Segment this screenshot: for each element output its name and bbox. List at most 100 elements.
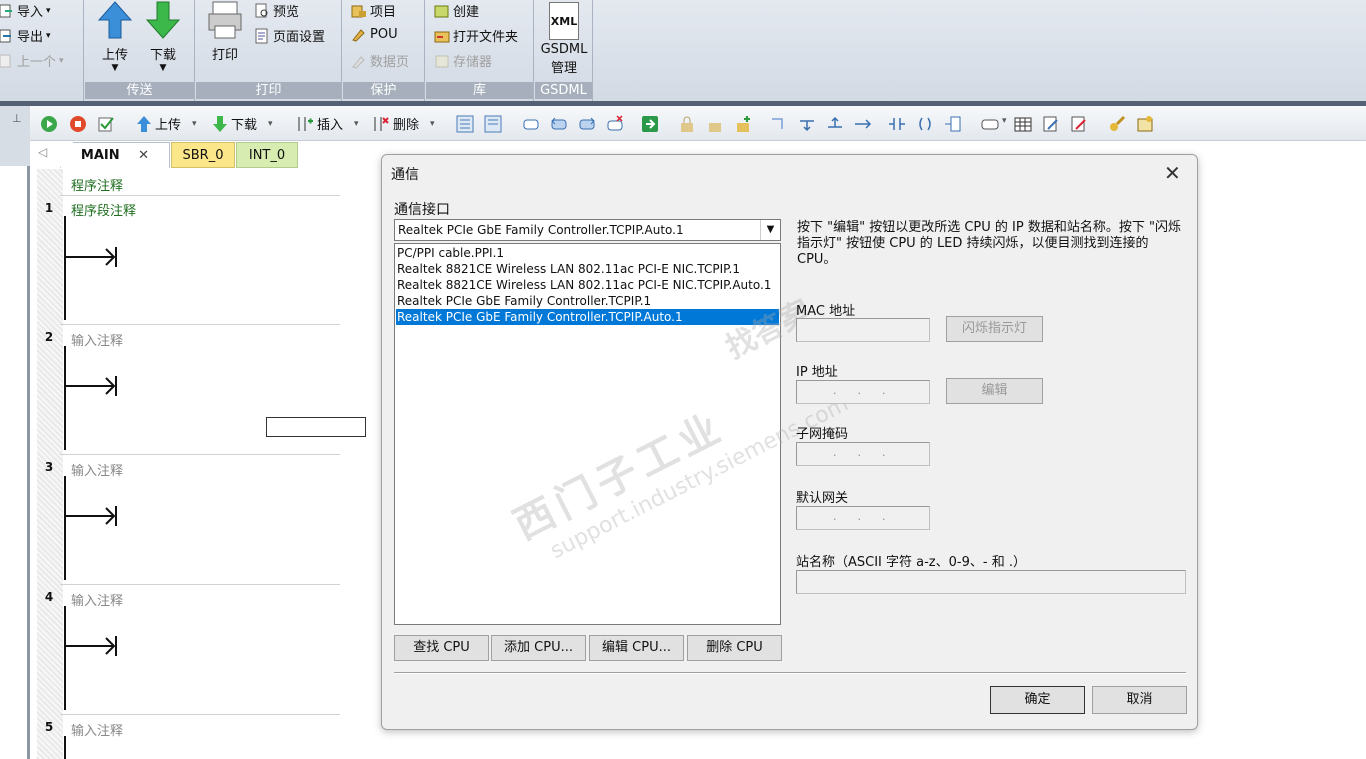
download-label: 下载 (149, 48, 176, 63)
next-bookmark-icon[interactable] (578, 115, 596, 133)
upload-label: 上传 (101, 48, 128, 63)
clear-bookmarks-icon[interactable] (606, 115, 624, 133)
comment-toggle-dropdown[interactable]: ▾ (1002, 116, 1007, 126)
line-right-icon[interactable] (854, 115, 872, 133)
pou-properties-icon[interactable] (1136, 115, 1154, 133)
bookmark-icon[interactable] (522, 115, 540, 133)
open-folder-button[interactable]: 打开文件夹 (434, 26, 518, 45)
toolbar-delete-button[interactable]: 删除 ▾ (372, 114, 435, 133)
list-item-selected[interactable]: Realtek PCIe GbE Family Controller.TCPIP… (396, 309, 779, 325)
export-button[interactable]: 导出 ▾ (0, 26, 51, 45)
add-cpu-button[interactable]: 添加 CPU... (491, 635, 586, 661)
tab-int0[interactable]: INT_0 (236, 142, 298, 168)
interface-select-value: Realtek PCIe GbE Family Controller.TCPIP… (398, 223, 684, 237)
network-comment[interactable]: 输入注释 (71, 460, 123, 479)
protect-data-page-button[interactable]: 数据页 (351, 51, 409, 70)
network-comment[interactable]: 程序段注释 (71, 200, 136, 219)
power-rail (64, 346, 66, 450)
prev-bookmark-icon[interactable] (550, 115, 568, 133)
print-button[interactable]: 打印 (204, 0, 246, 63)
network-number: 5 (44, 720, 54, 734)
ip-label: IP 地址 (796, 365, 838, 380)
network-separator (60, 584, 340, 585)
import-button[interactable]: 导入 ▾ (0, 1, 51, 20)
list-item[interactable]: Realtek 8821CE Wireless LAN 802.11ac PCI… (396, 277, 779, 293)
toolbar-upload-button[interactable]: 上传 ▾ (136, 114, 197, 133)
contact-icon[interactable] (888, 115, 906, 133)
network-comment[interactable]: 输入注释 (71, 720, 123, 739)
create-library-button[interactable]: 创建 (434, 1, 479, 20)
dialog-title: 通信 (391, 167, 419, 183)
tab-main[interactable]: MAIN ✕ (60, 142, 170, 168)
protect-project-button[interactable]: 项目 (351, 1, 396, 20)
branch-down-icon[interactable] (798, 115, 816, 133)
list-item[interactable]: Realtek PCIe GbE Family Controller.TCPIP… (396, 293, 779, 309)
comment-toggle-icon[interactable] (981, 115, 999, 133)
empty-rung-arrow-icon[interactable] (66, 245, 118, 269)
download-arrow-icon (145, 1, 181, 39)
ribbon-group-protect: 项目 POU 数据页 保护 (343, 0, 425, 101)
station-name-field[interactable] (796, 570, 1186, 594)
cursor-box[interactable] (266, 417, 366, 437)
ip-address-dots: . . . (833, 384, 886, 397)
unlock-icon[interactable] (706, 115, 724, 133)
page-setup-button[interactable]: 页面设置 (254, 26, 325, 45)
preview-button[interactable]: 预览 (254, 1, 299, 20)
network-comment[interactable]: 输入注释 (71, 590, 123, 609)
close-icon[interactable]: ✕ (1164, 161, 1181, 185)
interface-select[interactable]: Realtek PCIe GbE Family Controller.TCPIP… (394, 219, 781, 241)
compile-icon[interactable] (97, 115, 115, 133)
gateway-field[interactable]: . . . (796, 506, 930, 530)
ok-button[interactable]: 确定 (990, 686, 1085, 714)
toolbar-insert-button[interactable]: 插入 ▾ (296, 114, 359, 133)
symbol-table-icon[interactable] (1014, 115, 1032, 133)
upload-big-button[interactable]: 上传 ▼ (93, 0, 137, 73)
network-number: 4 (44, 590, 54, 604)
tab-sbr0[interactable]: SBR_0 (171, 142, 235, 168)
delete-cpu-button[interactable]: 删除 CPU (687, 635, 782, 661)
network-icon-a[interactable] (456, 115, 474, 133)
list-item[interactable]: PC/PPI cable.PPI.1 (396, 245, 779, 261)
open-folder-label: 打开文件夹 (453, 30, 519, 45)
tab-int0-label: INT_0 (248, 148, 286, 163)
network-comment[interactable]: 输入注释 (71, 330, 123, 349)
network-icon-b[interactable] (484, 115, 502, 133)
chevron-down-icon[interactable]: ▼ (760, 220, 780, 240)
memory-label: 存储器 (453, 55, 493, 70)
ribbon-group-print: 打印 预览 页面设置 打印 (196, 0, 342, 101)
list-item[interactable]: Realtek 8821CE Wireless LAN 802.11ac PCI… (396, 261, 779, 277)
protect-pou-button[interactable]: POU (351, 26, 398, 42)
gsdml-manage-button[interactable]: XML GSDML 管理 (537, 0, 591, 78)
find-cpu-button[interactable]: 查找 CPU (394, 635, 489, 661)
edit-cpu-button[interactable]: 编辑 CPU... (589, 635, 684, 661)
branch-up-icon[interactable] (826, 115, 844, 133)
branch-icon-a[interactable] (770, 115, 788, 133)
edit-properties-icon-b[interactable] (1070, 115, 1088, 133)
edit-properties-icon[interactable] (1042, 115, 1060, 133)
download-big-button[interactable]: 下载 ▼ (141, 0, 185, 73)
ip-address-field[interactable]: . . . (796, 380, 930, 404)
coil-icon[interactable] (916, 115, 934, 133)
tab-close-icon[interactable]: ✕ (138, 148, 149, 163)
add-lock-icon[interactable] (734, 115, 752, 133)
cancel-button[interactable]: 取消 (1092, 686, 1187, 714)
toolbar-download-button[interactable]: 下载 ▾ (212, 114, 273, 133)
mac-address-field[interactable] (796, 318, 930, 342)
memory-button[interactable]: 存储器 (434, 51, 492, 70)
tab-scroll-left-icon[interactable]: ◁ (38, 145, 47, 159)
goto-icon[interactable] (641, 115, 659, 133)
empty-rung-arrow-icon[interactable] (66, 374, 118, 398)
edit-ip-button[interactable]: 编辑 (946, 378, 1043, 404)
run-icon[interactable] (40, 115, 58, 133)
stop-icon[interactable] (69, 115, 87, 133)
pin-icon[interactable]: ⊥ (12, 112, 22, 125)
subnet-mask-field[interactable]: . . . (796, 442, 930, 466)
blink-led-button[interactable]: 闪烁指示灯 (946, 316, 1043, 342)
lock-icon[interactable] (678, 115, 696, 133)
prev-button[interactable]: 上一个 ▾ (0, 51, 64, 70)
empty-rung-arrow-icon[interactable] (66, 634, 118, 658)
empty-rung-arrow-icon[interactable] (66, 504, 118, 528)
program-comment[interactable]: 程序注释 (71, 175, 123, 194)
box-icon[interactable] (944, 115, 962, 133)
key-icon[interactable] (1108, 115, 1126, 133)
